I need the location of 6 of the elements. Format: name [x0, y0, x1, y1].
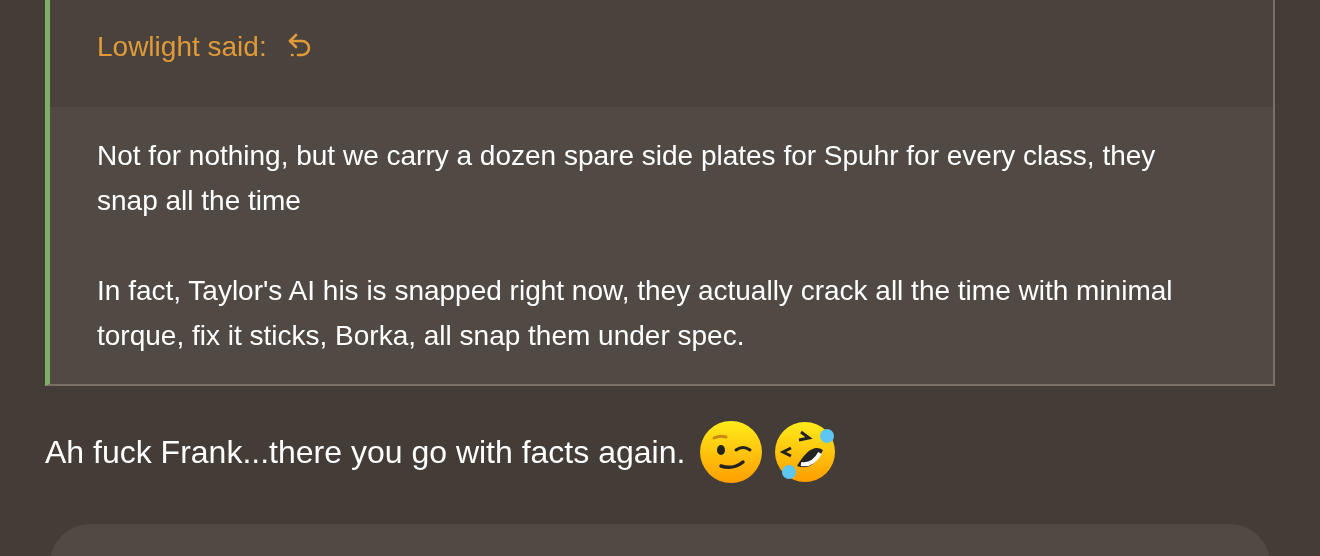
quote-paragraph: Not for nothing, but we carry a dozen spare side plates for Spuhr for every class, they snap all the time — [97, 139, 1157, 218]
winking-face-icon — [699, 420, 764, 484]
quote-author[interactable]: Lowlight said: — [97, 30, 267, 63]
message-text: Ah fuck Frank...there you go with facts again. — [45, 433, 686, 471]
quote-paragraph: In fact, Taylor's AI his is snapped right now, they actually crack all the time with minimal torque, fix it sticks, Borka, all snap them under spec. — [97, 274, 1174, 353]
laughing-face-icon — [773, 420, 838, 484]
